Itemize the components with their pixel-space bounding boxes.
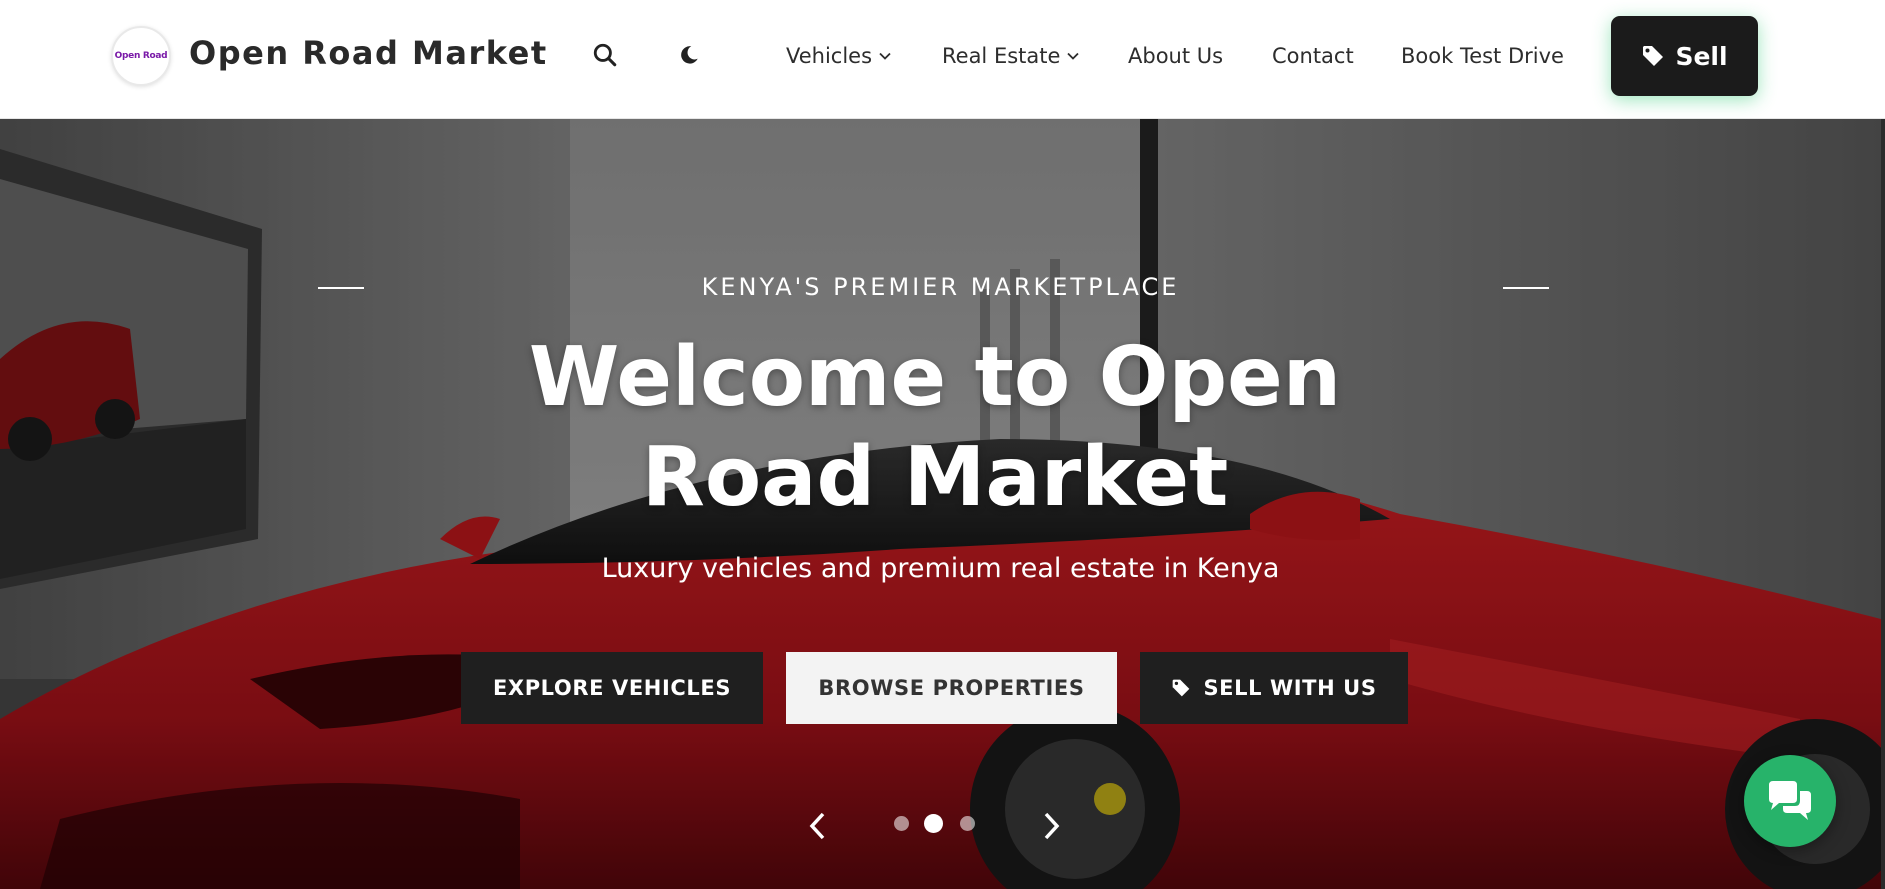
browse-properties-button[interactable]: BROWSE PROPERTIES: [786, 652, 1117, 724]
explore-vehicles-button[interactable]: EXPLORE VEHICLES: [461, 652, 763, 724]
carousel-dot-2-active[interactable]: [924, 814, 943, 833]
search-icon: [593, 43, 617, 67]
nav-book-test-drive[interactable]: Book Test Drive: [1401, 0, 1564, 112]
sell-with-us-button[interactable]: SELL WITH US: [1140, 652, 1408, 724]
sell-with-us-label: SELL WITH US: [1203, 676, 1377, 700]
tag-icon: [1643, 46, 1664, 66]
sell-button-label: Sell: [1675, 41, 1728, 71]
chevron-right-icon: [1044, 812, 1060, 840]
chevron-down-icon: [879, 52, 891, 60]
search-button[interactable]: [588, 38, 622, 72]
chat-button[interactable]: [1744, 755, 1836, 847]
nav-vehicles[interactable]: Vehicles: [786, 0, 892, 112]
tag-icon: [1173, 679, 1190, 697]
carousel-dot-3[interactable]: [960, 816, 975, 831]
nav-real-estate[interactable]: Real Estate: [942, 0, 1080, 112]
nav-about-us-label: About Us: [1128, 44, 1224, 68]
hero-title: Welcome to Open Road Market: [528, 330, 1342, 525]
nav-contact[interactable]: Contact: [1272, 0, 1354, 112]
logo[interactable]: Open Road: [111, 26, 171, 86]
theme-toggle-button[interactable]: [672, 38, 706, 72]
nav-contact-label: Contact: [1272, 44, 1354, 68]
chevron-down-icon: [1067, 52, 1080, 60]
chevron-left-icon: [809, 812, 825, 840]
brand-name[interactable]: Open Road Market: [189, 34, 548, 72]
carousel-prev-button[interactable]: [798, 806, 838, 846]
carousel-next-button[interactable]: [1031, 806, 1071, 846]
page-scrollbar[interactable]: [1881, 119, 1885, 889]
moon-icon: [681, 46, 698, 64]
hero-subtitle: Luxury vehicles and premium real estate …: [601, 553, 1280, 584]
site-header: Open Road Open Road Market Vehicles Real…: [0, 0, 1885, 119]
carousel-dot-1[interactable]: [894, 816, 909, 831]
chat-bubbles-icon: [1769, 781, 1811, 820]
nav-vehicles-label: Vehicles: [786, 44, 873, 68]
sell-button[interactable]: Sell: [1611, 16, 1758, 96]
nav-book-test-drive-label: Book Test Drive: [1401, 44, 1564, 68]
nav-real-estate-label: Real Estate: [942, 44, 1061, 68]
hero-eyebrow: KENYA'S PREMIER MARKETPLACE: [701, 273, 1180, 301]
nav-about-us[interactable]: About Us: [1128, 0, 1223, 112]
logo-text: Open Road: [114, 51, 168, 61]
